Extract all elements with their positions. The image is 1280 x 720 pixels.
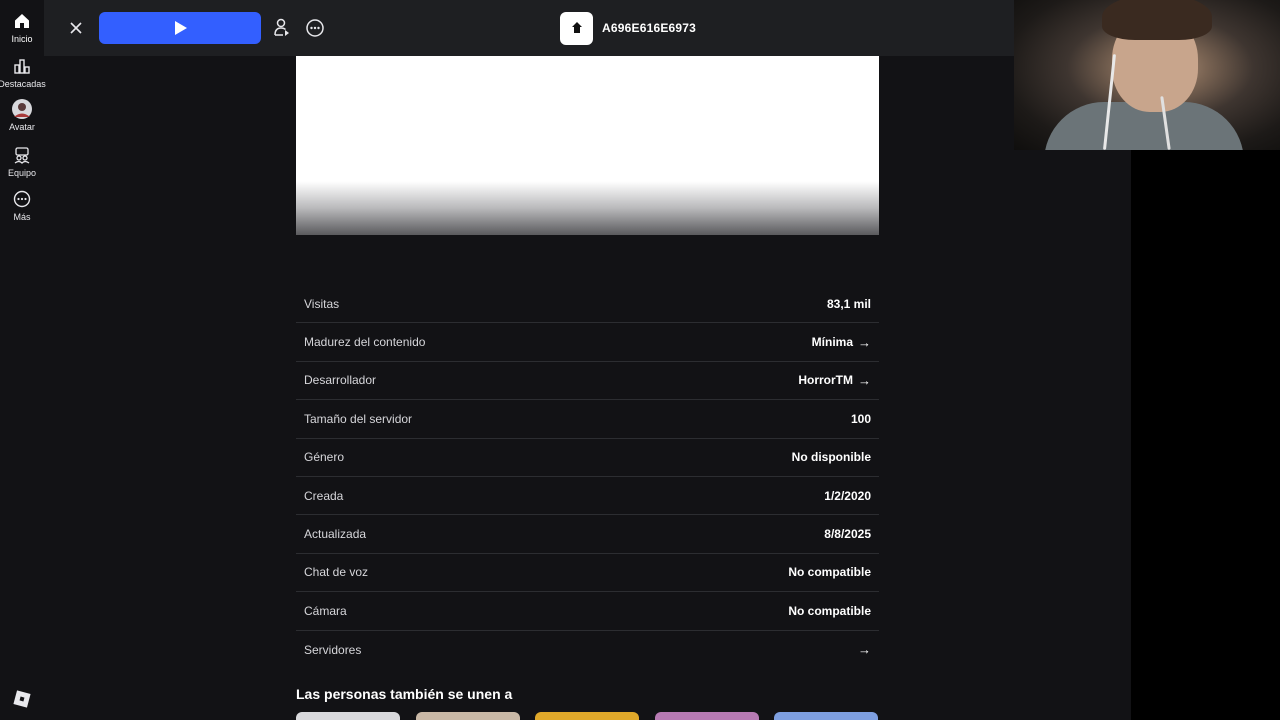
details-row-value-text: No compatible <box>788 565 871 580</box>
details-row-value-text: No disponible <box>791 450 871 465</box>
recommended-game-card[interactable] <box>535 712 639 720</box>
nav-item-equipo[interactable]: Equipo <box>0 145 44 185</box>
game-thumbnail <box>560 11 593 45</box>
recommended-game-card[interactable] <box>774 712 878 720</box>
game-details-table: Visitas 83,1 mil Madurez del contenido Míni… <box>296 285 879 669</box>
details-row-label: Tamaño del servidor <box>304 411 413 426</box>
details-row: Tamaño del servidor 100 <box>296 400 879 439</box>
close-icon <box>70 22 82 34</box>
details-row-value-text: 100 <box>850 411 871 426</box>
details-row-value: 8/8/2025 <box>824 527 871 541</box>
details-row-label: Creada <box>304 488 344 503</box>
play-button[interactable] <box>99 12 261 44</box>
details-row-value-text: 8/8/2025 <box>824 527 871 542</box>
party-icon <box>12 145 32 165</box>
section-title: Las personas también se unen a <box>296 686 513 702</box>
roblox-logo-icon[interactable] <box>13 690 31 708</box>
play-icon <box>175 21 187 35</box>
details-row[interactable]: Desarrollador HorrorTM → <box>296 362 879 401</box>
details-row-value-text: HorrorTM <box>798 373 853 388</box>
details-row[interactable]: Madurez del contenido Mínima → <box>296 323 879 362</box>
details-row-label: Cámara <box>304 603 347 618</box>
nav-label: Destacadas <box>0 79 46 89</box>
details-row: Visitas 83,1 mil <box>296 285 879 324</box>
arrow-right-icon: → <box>858 334 871 350</box>
details-row-value: No compatible <box>788 604 871 618</box>
details-row-label: Visitas <box>304 296 340 311</box>
close-button[interactable] <box>64 16 88 40</box>
person-invite-icon <box>274 18 289 36</box>
nav-item-destacadas[interactable]: Destacadas <box>0 56 46 96</box>
details-row: Chat de voz No compatible <box>296 554 879 593</box>
game-hero-image <box>296 56 879 235</box>
details-row-label: Actualizada <box>304 527 367 542</box>
home-icon <box>12 11 32 31</box>
details-row-value: No disponible <box>792 450 871 464</box>
nav-label: Inicio <box>11 34 33 44</box>
nav-item-mas[interactable]: Más <box>0 189 44 229</box>
details-row-value: 100 <box>851 412 871 426</box>
arrow-right-icon: → <box>858 372 871 388</box>
more-options-button[interactable] <box>303 16 327 40</box>
left-nav-rail: Inicio Destacadas Avatar Equipo Más <box>0 0 46 720</box>
details-row-label: Desarrollador <box>304 373 377 388</box>
game-topbar: A696E616E6973 <box>44 0 1014 56</box>
recommended-game-card[interactable] <box>654 712 759 720</box>
recommended-game-card[interactable] <box>296 712 400 720</box>
more-icon <box>12 189 32 209</box>
nav-label: Equipo <box>7 168 37 178</box>
recommended-cards <box>296 712 879 720</box>
details-row: Actualizada 8/8/2025 <box>296 515 879 554</box>
details-row-value: HorrorTM → <box>798 373 871 388</box>
details-row-value: No compatible <box>788 565 871 579</box>
details-row-value: 83,1 mil <box>827 297 871 311</box>
details-row-value: → <box>853 642 871 657</box>
details-row-value: 1/2/2020 <box>824 489 871 503</box>
webcam-overlay <box>1014 0 1280 150</box>
game-thumbnail-icon <box>571 22 582 33</box>
details-row: Cámara No compatible <box>296 592 879 631</box>
recommended-game-card[interactable] <box>415 712 520 720</box>
nav-label: Más <box>13 212 31 222</box>
nav-item-inicio[interactable]: Inicio <box>0 11 44 51</box>
details-row-label: Género <box>304 450 345 465</box>
details-row-value-text: Mínima <box>811 335 853 350</box>
details-row: Género No disponible <box>296 439 879 477</box>
details-row-label: Chat de voz <box>304 565 369 580</box>
nav-label: Avatar <box>9 122 35 132</box>
details-row-value-text: 1/2/2020 <box>824 488 871 503</box>
nav-item-avatar[interactable]: Avatar <box>0 99 44 139</box>
avatar-icon <box>12 99 32 119</box>
details-row-label: Servidores <box>304 642 362 657</box>
more-options-icon <box>306 19 324 37</box>
details-row-value-text: No compatible <box>788 603 871 618</box>
details-row[interactable]: Servidores → <box>296 631 879 669</box>
invite-friend-button[interactable] <box>270 16 294 40</box>
charts-icon <box>12 56 32 76</box>
details-row-value: Mínima → <box>812 335 871 350</box>
details-row-label: Madurez del contenido <box>304 335 426 350</box>
details-row: Creada 1/2/2020 <box>296 477 879 516</box>
right-black-area <box>1131 150 1280 720</box>
game-title-chip[interactable]: A696E616E6973 <box>560 11 697 45</box>
arrow-right-icon: → <box>858 642 871 658</box>
game-name: A696E616E6973 <box>602 21 697 35</box>
details-row-value-text: 83,1 mil <box>826 296 871 311</box>
